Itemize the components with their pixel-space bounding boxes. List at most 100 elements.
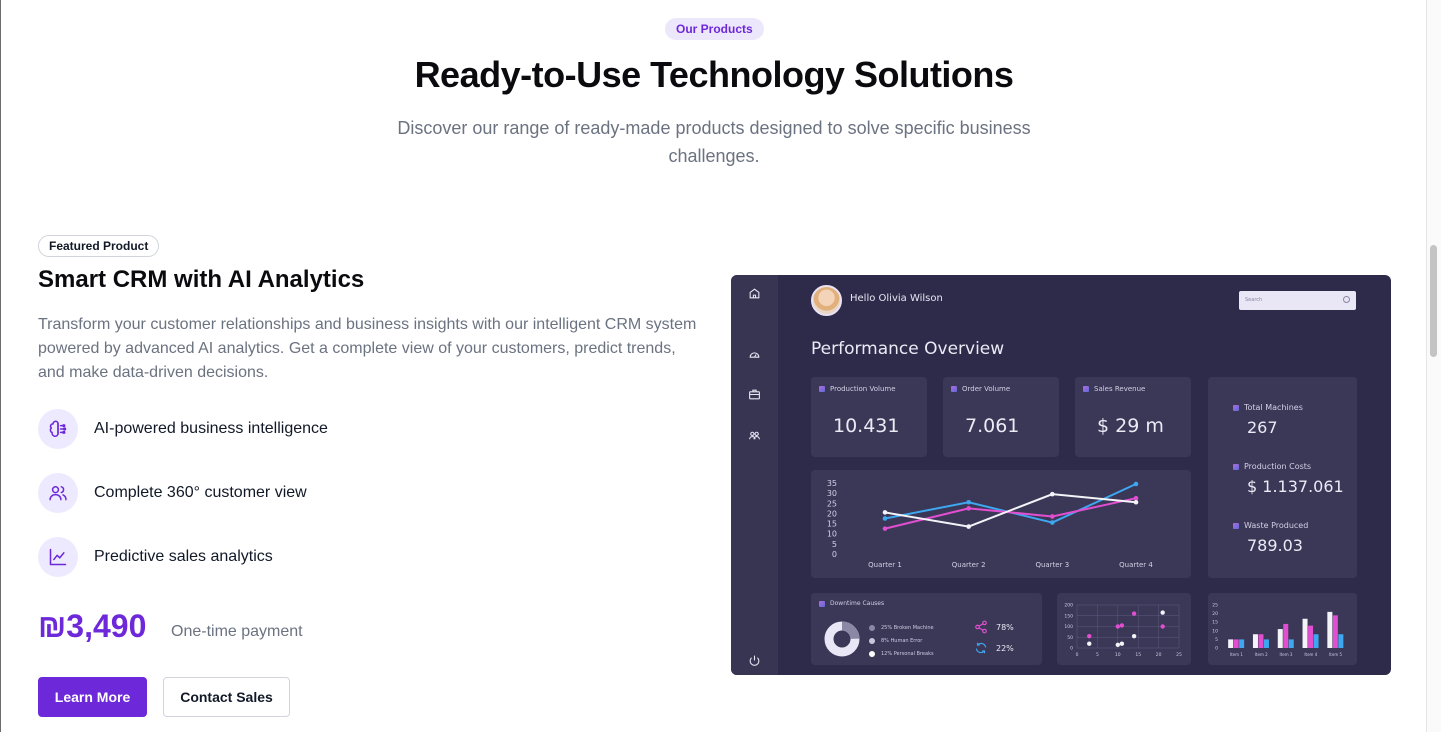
data-point	[1119, 623, 1125, 628]
y-tick-label: 100	[1064, 624, 1073, 630]
x-tick-label: Item 3	[1280, 652, 1293, 657]
avatar	[811, 285, 842, 316]
featured-badge: Featured Product	[38, 235, 160, 257]
users-icon	[38, 473, 78, 513]
y-tick-label: 15	[827, 520, 837, 529]
x-tick-label: 10	[1115, 652, 1121, 658]
x-tick-label: 20	[1156, 652, 1162, 658]
bar	[1258, 634, 1264, 648]
dashboard-title: Performance Overview	[811, 339, 1005, 359]
kpi-label: Sales Revenue	[1094, 385, 1146, 393]
x-tick-label: Quarter 2	[952, 561, 986, 569]
feature-label: AI-powered business intelligence	[94, 420, 328, 437]
bar-chart-card: 25 20 15 10 5 0 Item 1 Item 2 Item 3 Item 4 Item 5	[1208, 593, 1357, 665]
kpi-label: Production Volume	[830, 385, 896, 393]
data-point	[1160, 610, 1165, 615]
kpi-card: Production Volume 10.431	[811, 377, 927, 457]
x-tick-label: 5	[1096, 652, 1099, 658]
data-point	[1133, 499, 1139, 505]
bar	[1228, 639, 1234, 648]
data-point	[882, 516, 888, 521]
data-point	[1087, 641, 1092, 646]
y-tick-label: 5	[1215, 637, 1218, 643]
y-tick-label: 10	[827, 530, 837, 539]
x-tick-label: Quarter 4	[1119, 561, 1153, 569]
stats-card: Total Machines 267 Production Costs $ 1.…	[1208, 377, 1357, 578]
stat-label: Production Costs	[1244, 462, 1312, 471]
x-tick-label: Quarter 1	[868, 561, 902, 569]
bar	[1263, 639, 1269, 648]
data-point	[1050, 514, 1055, 519]
series-line	[884, 483, 1137, 524]
share-icon	[975, 620, 987, 634]
kpi-card: Order Volume 7.061	[943, 377, 1059, 457]
y-tick-label: 0	[832, 550, 837, 559]
kpi-value: $ 29 m	[1097, 415, 1164, 437]
dashboard-preview: Hello Olivia Wilson Search Performance O…	[731, 275, 1391, 675]
bar	[1277, 629, 1283, 648]
y-tick-label: 25	[827, 499, 837, 508]
bar	[1308, 625, 1314, 648]
x-tick-label: Item 5	[1329, 652, 1342, 657]
bar	[1239, 639, 1245, 648]
kpi-card: Sales Revenue $ 29 m	[1075, 377, 1191, 457]
stat-value: 789.03	[1247, 536, 1303, 555]
line-chart-card: 35 30 25 20 15 10 5 0 Quarter 1 Quarter 2 Quarter …	[811, 470, 1191, 578]
data-point	[966, 499, 971, 505]
legend-item: 25% Broken Machine	[881, 624, 934, 631]
home-icon	[745, 284, 763, 302]
x-tick-label: Item 2	[1255, 652, 1268, 657]
y-tick-label: 15	[1212, 620, 1218, 626]
y-tick-label: 200	[1064, 603, 1073, 609]
line-chart: 35302520 151050 Quarter 1 Quarter 2 Quarter …	[827, 479, 1154, 569]
sync-value: 22%	[996, 643, 1014, 653]
product-description: Transform your customer relationships an…	[38, 316, 697, 381]
learn-more-button[interactable]: Learn More	[38, 677, 147, 717]
feature-item: Complete 360° customer view	[38, 473, 307, 513]
stat-value: 267	[1247, 418, 1278, 437]
y-tick-label: 5	[832, 540, 837, 549]
brain-circuit-icon	[38, 409, 78, 449]
stat-value: $ 1.137.061	[1247, 477, 1344, 496]
scrollbar[interactable]	[1426, 0, 1441, 732]
product-price: ₪3,490	[38, 608, 147, 644]
downtime-legend: 25% Broken Machine 8% Human Error 12% Pe…	[869, 621, 934, 660]
y-tick-label: 150	[1064, 613, 1073, 619]
contact-sales-button[interactable]: Contact Sales	[163, 677, 290, 717]
data-point	[1050, 491, 1055, 497]
line-chart-icon	[38, 537, 78, 577]
sync-stat: 22%	[974, 641, 1014, 655]
y-tick-label: 10	[1212, 628, 1218, 634]
data-point	[1119, 641, 1125, 646]
page: Our Products Ready-to-Use Technology Sol…	[0, 0, 1441, 732]
data-point	[966, 506, 971, 511]
data-point	[1115, 642, 1120, 647]
x-tick-label: 0	[1076, 652, 1079, 658]
downtime-card: Downtime Causes 25% Broken Machine 8% Hu…	[811, 593, 1042, 665]
scrollbar-thumb[interactable]	[1430, 245, 1437, 357]
gauge-icon	[745, 345, 763, 363]
kpi-label: Order Volume	[962, 385, 1011, 393]
product-title: Smart CRM with AI Analytics	[38, 266, 365, 293]
y-tick-label: 50	[1067, 635, 1073, 641]
kpi-value: 7.061	[965, 415, 1020, 437]
kpi-value: 10.431	[833, 415, 900, 437]
share-value: 78%	[996, 622, 1014, 632]
y-tick-label: 20	[827, 509, 837, 518]
search-icon	[1343, 296, 1350, 303]
feature-label: Complete 360° customer view	[94, 484, 307, 501]
y-tick-label: 20	[1212, 611, 1218, 617]
y-tick-label: 35	[827, 479, 837, 488]
bar	[1283, 623, 1289, 648]
dashboard-search-placeholder: Search	[1245, 297, 1263, 303]
data-point	[966, 524, 971, 529]
bar	[1313, 634, 1319, 648]
x-tick-label: Item 4	[1304, 652, 1317, 657]
x-tick-label: Item 1	[1230, 652, 1243, 657]
data-point	[1087, 633, 1092, 639]
data-point	[1131, 633, 1137, 639]
power-icon	[745, 651, 763, 669]
data-point	[882, 526, 888, 531]
data-point	[1050, 520, 1055, 525]
y-tick-label: 25	[1212, 603, 1218, 609]
